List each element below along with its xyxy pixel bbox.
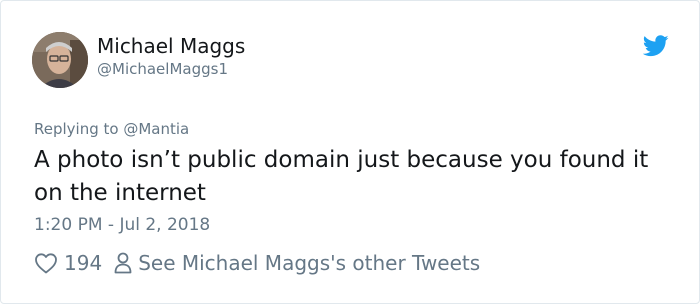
- avatar[interactable]: [32, 32, 88, 88]
- avatar-image: [32, 32, 88, 88]
- tweet-actions: 194 See Michael Maggs's other Tweets: [34, 249, 480, 277]
- author-name[interactable]: Michael Maggs: [97, 34, 245, 58]
- heart-icon: [35, 253, 57, 274]
- tweet-timestamp[interactable]: 1:20 PM - Jul 2, 2018: [34, 213, 210, 237]
- other-tweets-link[interactable]: See Michael Maggs's other Tweets: [114, 251, 480, 275]
- tweet-card: Michael Maggs @MichaelMaggs1 Replying to…: [0, 0, 700, 304]
- like-count: 194: [64, 251, 103, 275]
- replying-to: Replying to @Mantia: [34, 119, 189, 139]
- author-handle[interactable]: @MichaelMaggs1: [97, 59, 228, 79]
- reply-mention-link[interactable]: @Mantia: [123, 120, 189, 138]
- replying-to-prefix: Replying to: [34, 120, 124, 138]
- twitter-bird-icon[interactable]: [642, 35, 669, 57]
- person-icon: [114, 252, 132, 274]
- tweet-text: A photo isn’t public domain just because…: [34, 147, 649, 206]
- like-button[interactable]: 194: [34, 251, 102, 275]
- other-tweets-label: See Michael Maggs's other Tweets: [138, 251, 481, 275]
